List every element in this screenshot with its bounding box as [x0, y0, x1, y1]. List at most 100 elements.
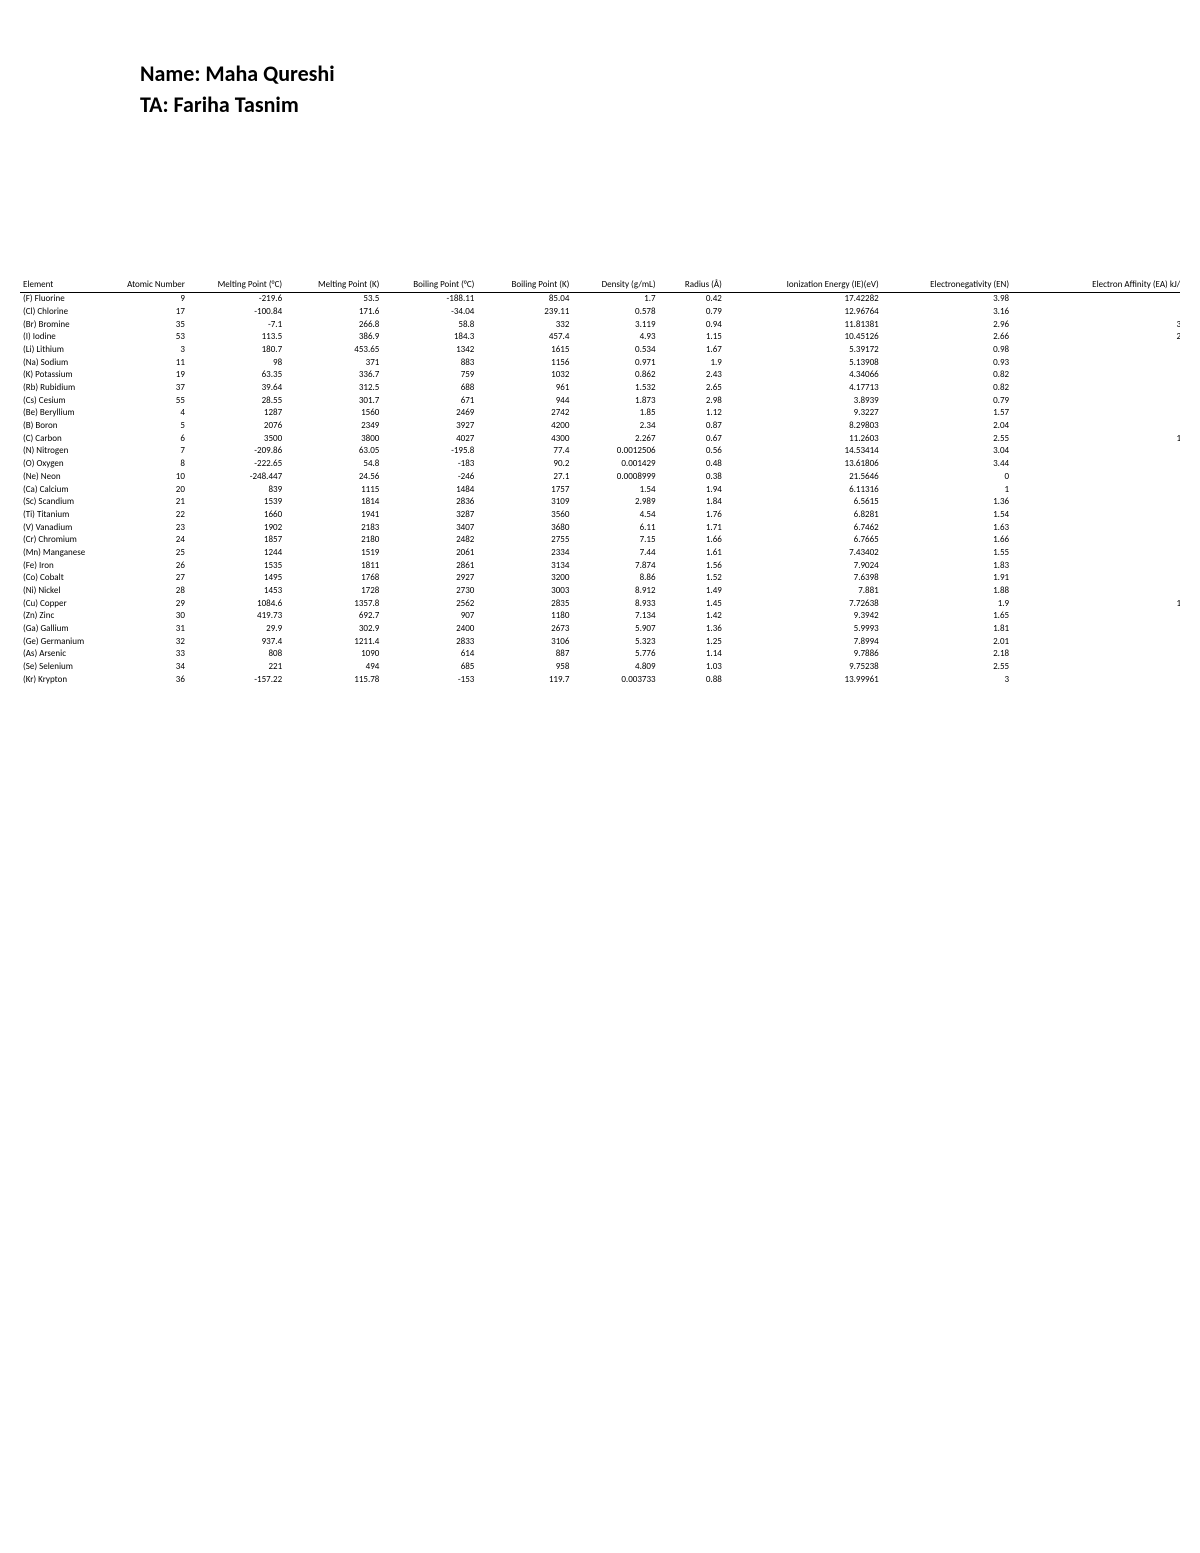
cell-ea: 0 — [1012, 610, 1180, 623]
cell-mpk: 336.7 — [285, 369, 382, 382]
cell-mpk: 115.78 — [285, 673, 382, 686]
cell-mpk: 53.5 — [285, 292, 382, 305]
table-row: (Li) Lithium3180.7453.65134216150.5341.6… — [20, 343, 1180, 356]
cell-an: 23 — [108, 521, 188, 534]
cell-ie: 9.3942 — [725, 610, 882, 623]
cell-an: 19 — [108, 369, 188, 382]
cell-mpk: 1090 — [285, 648, 382, 661]
cell-an: 36 — [108, 673, 188, 686]
cell-mpk: 1211.4 — [285, 635, 382, 648]
col-element: Element — [20, 278, 108, 292]
cell-den: 5.907 — [572, 623, 658, 636]
cell-mpk: 301.7 — [285, 394, 382, 407]
table-row: (B) Boron520762349392742002.340.878.2980… — [20, 420, 1180, 433]
cell-el: (C) Carbon — [20, 432, 108, 445]
cell-el: (As) Arsenic — [20, 648, 108, 661]
cell-ie: 7.9024 — [725, 559, 882, 572]
cell-ie: 6.8281 — [725, 508, 882, 521]
cell-mpk: 1115 — [285, 483, 382, 496]
cell-en: 2.55 — [882, 432, 1012, 445]
cell-mpk: 2180 — [285, 534, 382, 547]
cell-den: 7.134 — [572, 610, 658, 623]
cell-mpk: 1728 — [285, 585, 382, 598]
cell-ie: 4.34066 — [725, 369, 882, 382]
cell-den: 3.119 — [572, 318, 658, 331]
cell-an: 10 — [108, 470, 188, 483]
ta-line: TA: Fariha Tasnim — [140, 91, 1180, 118]
cell-an: 7 — [108, 445, 188, 458]
cell-ea: 195 — [1012, 661, 1180, 674]
cell-ie: 9.75238 — [725, 661, 882, 674]
cell-mpc: 180.7 — [188, 343, 285, 356]
cell-ea: 295.2 — [1012, 331, 1180, 344]
cell-bpc: 2730 — [382, 585, 477, 598]
cell-bpc: 3927 — [382, 420, 477, 433]
cell-den: 5.776 — [572, 648, 658, 661]
cell-bpc: 2482 — [382, 534, 477, 547]
cell-el: (Ca) Calcium — [20, 483, 108, 496]
cell-mpc: 113.5 — [188, 331, 285, 344]
table-row: (O) Oxygen8-222.6554.8-18390.20.0014290.… — [20, 458, 1180, 471]
cell-bpk: 2673 — [477, 623, 572, 636]
cell-rad: 0.87 — [659, 420, 725, 433]
cell-el: (Rb) Rubidium — [20, 382, 108, 395]
cell-ea: 119 — [1012, 635, 1180, 648]
cell-rad: 1.71 — [659, 521, 725, 534]
cell-mpc: 1084.6 — [188, 597, 285, 610]
cell-ea: 78 — [1012, 648, 1180, 661]
cell-den: 0.0012506 — [572, 445, 658, 458]
cell-bpk: 2755 — [477, 534, 572, 547]
cell-mpc: -219.6 — [188, 292, 285, 305]
cell-mpc: 1660 — [188, 508, 285, 521]
cell-el: (Ga) Gallium — [20, 623, 108, 636]
cell-el: (Cu) Copper — [20, 597, 108, 610]
cell-den: 7.15 — [572, 534, 658, 547]
cell-en: 1.55 — [882, 546, 1012, 559]
cell-ie: 7.72638 — [725, 597, 882, 610]
cell-an: 28 — [108, 585, 188, 598]
cell-en: 0.82 — [882, 369, 1012, 382]
cell-ie: 6.5615 — [725, 496, 882, 509]
cell-ie: 13.99961 — [725, 673, 882, 686]
cell-ea: 153.9 — [1012, 432, 1180, 445]
cell-en: 1.54 — [882, 508, 1012, 521]
cell-en: 1.63 — [882, 521, 1012, 534]
cell-mpc: 1535 — [188, 559, 285, 572]
cell-an: 32 — [108, 635, 188, 648]
cell-en: 0.98 — [882, 343, 1012, 356]
cell-en: 0.82 — [882, 382, 1012, 395]
table-row: (C) Carbon635003800402743002.2670.6711.2… — [20, 432, 1180, 445]
cell-bpc: 3287 — [382, 508, 477, 521]
document-header: Name: Maha Qureshi TA: Fariha Tasnim — [140, 60, 1180, 118]
cell-bpc: 2562 — [382, 597, 477, 610]
cell-mpc: -248.447 — [188, 470, 285, 483]
cell-rad: 1.12 — [659, 407, 725, 420]
table-row: (K) Potassium1963.35336.775910320.8622.4… — [20, 369, 1180, 382]
cell-el: (Co) Cobalt — [20, 572, 108, 585]
table-row: (As) Arsenic3380810906148875.7761.149.78… — [20, 648, 1180, 661]
cell-mpk: 386.9 — [285, 331, 382, 344]
cell-en: 2.01 — [882, 635, 1012, 648]
cell-mpc: 1495 — [188, 572, 285, 585]
table-row: (Cr) Chromium2418572180248227557.151.666… — [20, 534, 1180, 547]
col-electron-aff: Electron Affinity (EA) kJ/mol) — [1012, 278, 1180, 292]
cell-den: 4.809 — [572, 661, 658, 674]
cell-den: 1.532 — [572, 382, 658, 395]
cell-bpc: 907 — [382, 610, 477, 623]
cell-an: 33 — [108, 648, 188, 661]
cell-bpk: 887 — [477, 648, 572, 661]
cell-den: 1.54 — [572, 483, 658, 496]
cell-ea: 64.3 — [1012, 534, 1180, 547]
cell-bpk: 85.04 — [477, 292, 572, 305]
cell-den: 8.912 — [572, 585, 658, 598]
cell-mpk: 1811 — [285, 559, 382, 572]
table-row: (Ni) Nickel2814531728273030038.9121.497.… — [20, 585, 1180, 598]
cell-rad: 1.36 — [659, 623, 725, 636]
cell-bpk: 3109 — [477, 496, 572, 509]
cell-ea: 52.8 — [1012, 356, 1180, 369]
cell-bpk: 944 — [477, 394, 572, 407]
cell-bpk: 1156 — [477, 356, 572, 369]
cell-bpk: 4200 — [477, 420, 572, 433]
cell-rad: 2.43 — [659, 369, 725, 382]
cell-bpc: -188.11 — [382, 292, 477, 305]
